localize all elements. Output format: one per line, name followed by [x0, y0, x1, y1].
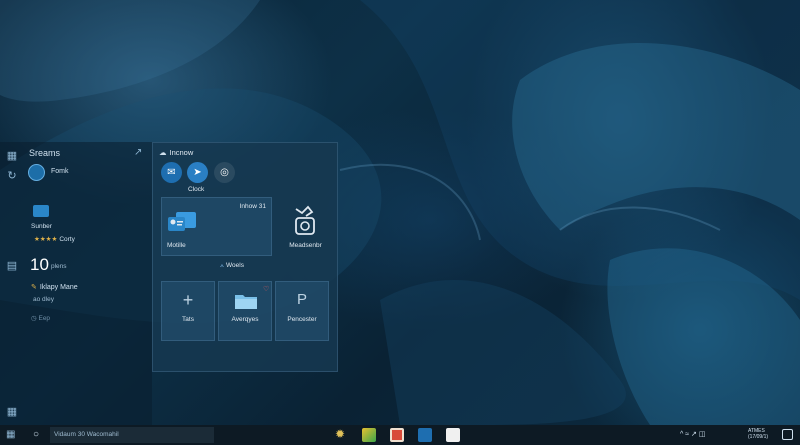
clock-time[interactable]: ATMES (17/09/1)	[748, 428, 768, 440]
pencester-tile-label: Pencester	[287, 316, 317, 323]
date-text: (17/09/1)	[748, 434, 769, 440]
chat-icon	[168, 212, 196, 231]
mail-tile-title: Inhow 31	[239, 203, 266, 210]
panel-header: ☁ Incnow	[159, 148, 193, 157]
search-app-icon[interactable]: ◎	[214, 162, 235, 183]
document-icon[interactable]: ▤	[6, 260, 18, 272]
section-icon: ⟑	[220, 262, 224, 269]
folder-icon[interactable]	[33, 205, 49, 217]
plus-icon: +	[182, 290, 194, 310]
search-placeholder: Vidaum 30 Wacomahil	[54, 431, 119, 438]
weather-sun-icon[interactable]: ✹	[335, 427, 345, 441]
media-tile-label: Meadsenbr	[289, 242, 322, 249]
clock-app-icon[interactable]: ➤	[187, 162, 208, 183]
outlook-app-icon[interactable]: ✉	[161, 162, 182, 183]
note-item[interactable]: ✎ Iklapy Mane	[31, 283, 78, 291]
averqyes-tile[interactable]: ♡ Averqyes	[218, 281, 272, 341]
section-label: ⟑ Woels	[153, 262, 311, 270]
expand-arrow-icon[interactable]: ↗	[134, 147, 142, 158]
office-app-icon[interactable]	[390, 428, 404, 442]
count-label: plens	[51, 263, 67, 270]
clock-label: Clock	[188, 186, 205, 193]
taskbar: ▦ ○ Vidaum 30 Wacomahil ✹ ^ ≈ ↗ ◫ ATMES …	[0, 425, 800, 445]
note-title: Iklapy Mane	[39, 284, 78, 291]
schedule-item[interactable]: ◷ Eep	[31, 314, 50, 322]
tats-tile-label: Tats	[182, 316, 194, 323]
avatar[interactable]	[28, 164, 45, 181]
search-icon[interactable]: ○	[33, 429, 39, 440]
schedule-label: Eep	[38, 315, 51, 322]
media-icon	[295, 205, 315, 235]
rating: ★★★★ Corty	[34, 235, 75, 243]
refresh-icon[interactable]: ↻	[6, 170, 18, 182]
star-icons: ★★★★	[34, 236, 58, 243]
files-app-icon[interactable]	[362, 428, 376, 442]
mail-tile-label: Motille	[167, 242, 186, 249]
grid-icon[interactable]: ▦	[6, 150, 18, 162]
note-subtitle: ao dley	[33, 296, 54, 303]
averqyes-tile-label: Averqyes	[231, 316, 259, 323]
count-value: 10	[30, 255, 49, 274]
rating-label: Corty	[59, 236, 75, 243]
side-panel: ▦ ↻ ▤ ▦ Sreams ↗ Fomk Sunber ★★★★ Corty 1…	[0, 142, 152, 425]
cloud-icon: ☁	[159, 148, 167, 157]
start-panel: ☁ Incnow ✉ ➤ ◎ Clock Inhow 31 Motille Mea…	[152, 142, 338, 372]
side-rail: ▦ ↻ ▤ ▦	[0, 142, 24, 425]
system-tray[interactable]: ^ ≈ ↗ ◫	[680, 430, 705, 438]
p-icon: P	[296, 291, 307, 308]
side-panel-title: Sreams	[29, 148, 61, 158]
media-taskbar-icon[interactable]	[446, 428, 460, 442]
panel-header-label: Incnow	[169, 148, 194, 157]
start-grid-icon[interactable]: ▦	[6, 429, 15, 440]
pencil-icon: ✎	[31, 284, 37, 291]
search-input[interactable]: Vidaum 30 Wacomahil	[50, 427, 214, 443]
item-label[interactable]: Sunber	[31, 223, 52, 230]
heart-icon: ♡	[263, 286, 270, 293]
pencester-tile[interactable]: P Pencester	[275, 281, 329, 341]
mail-tile[interactable]: Inhow 31 Motille	[161, 197, 272, 256]
outlook-taskbar-icon[interactable]	[418, 428, 432, 442]
folder-icon	[235, 295, 257, 309]
apps-grid-icon[interactable]: ▦	[6, 406, 18, 418]
notification-icon[interactable]	[782, 429, 793, 440]
section-label-text: Woels	[226, 262, 244, 269]
tats-tile[interactable]: + Tats	[161, 281, 215, 341]
user-label: Fomk	[51, 168, 69, 175]
media-tile[interactable]: Meadsenbr	[278, 197, 333, 256]
